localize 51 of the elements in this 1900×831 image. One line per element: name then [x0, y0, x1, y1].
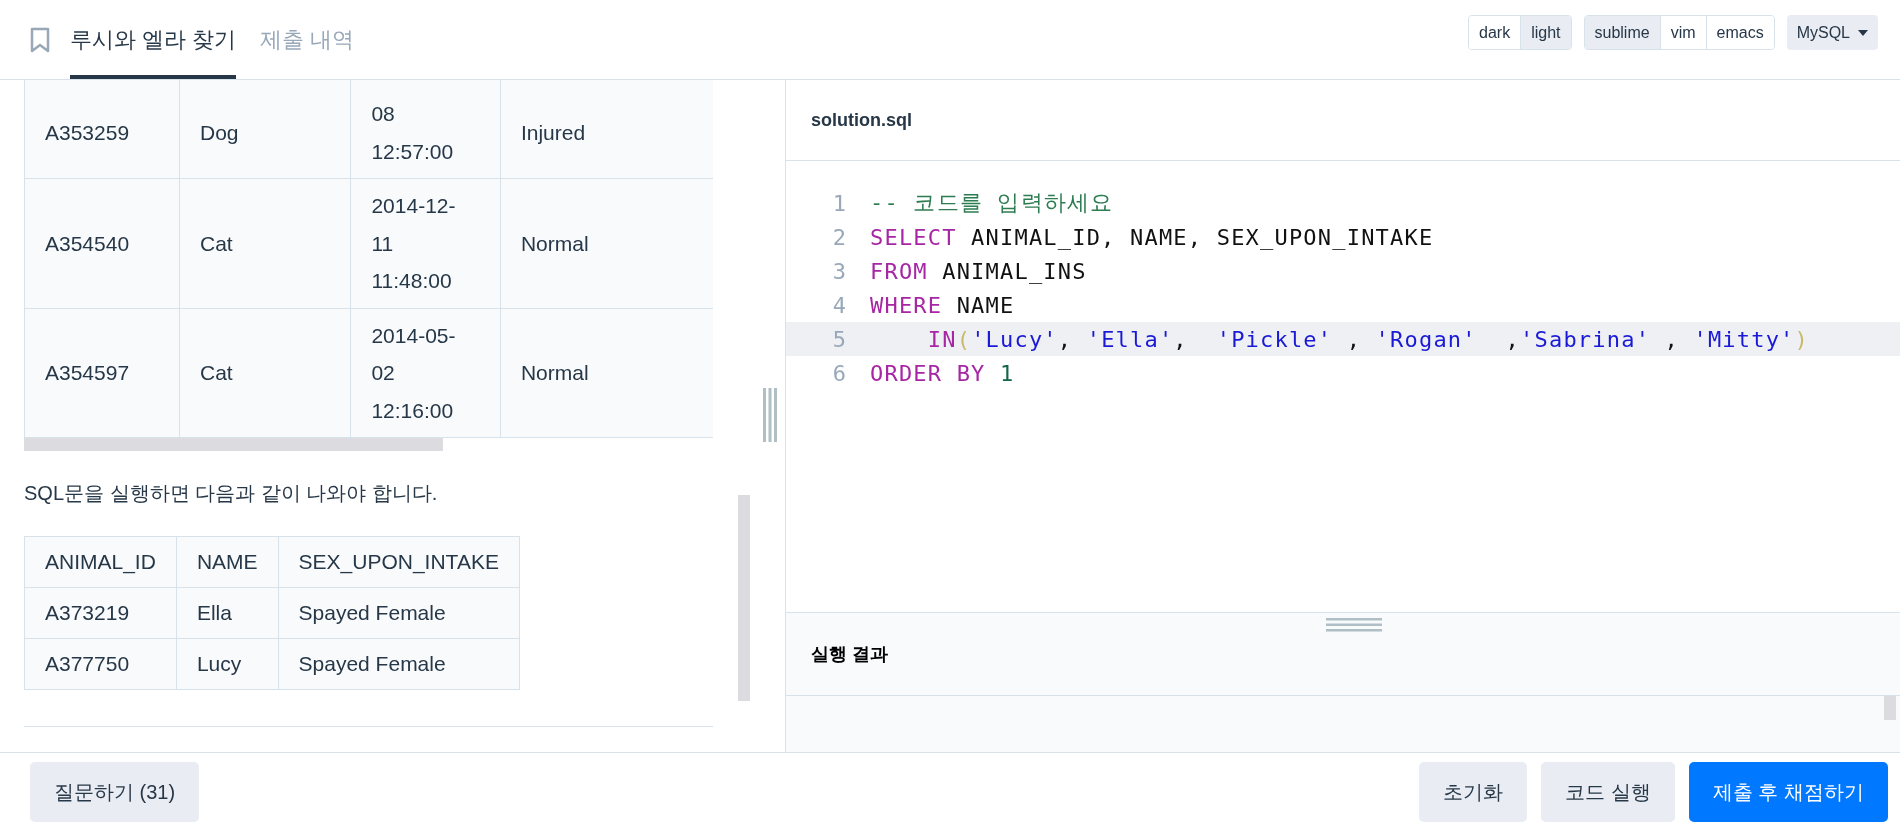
table-cell: Injured: [500, 80, 713, 179]
line-number: 5: [831, 326, 847, 352]
resize-handle[interactable]: [763, 388, 777, 442]
line-number: 3: [831, 258, 847, 284]
code-line: FROM ANIMAL_INS: [870, 258, 1087, 284]
action-button[interactable]: 제출 후 채점하기: [1688, 762, 1888, 822]
theme-toggle[interactable]: light: [1521, 16, 1571, 49]
table-cell: 2014-12- 11 11:48:00: [350, 178, 501, 308]
code-line: ORDER BY 1: [870, 360, 1015, 386]
line-number: 1: [831, 190, 847, 216]
language-dropdown[interactable]: MySQL: [1786, 15, 1878, 50]
code-line: -- 코드를 입력하세요: [870, 189, 1114, 217]
scrollbar[interactable]: [1884, 696, 1896, 720]
resize-handle[interactable]: [1326, 618, 1382, 632]
table-cell: A353259: [24, 80, 180, 179]
table-cell: Spayed Female: [278, 587, 520, 639]
bookmark-icon: [30, 26, 50, 53]
scrollbar[interactable]: [738, 495, 750, 701]
table-cell: Dog: [179, 80, 351, 179]
table-cell: Ella: [176, 587, 279, 639]
action-button[interactable]: 초기화: [1419, 762, 1528, 822]
line-number: 6: [831, 360, 847, 386]
keymap-toggle[interactable]: sublime: [1584, 16, 1661, 49]
table-cell: A373219: [24, 587, 177, 639]
line-number: 4: [831, 292, 847, 318]
table-cell: 2014-05- 02 12:16:00: [350, 308, 501, 438]
table-cell: Normal: [500, 178, 713, 308]
scrollbar[interactable]: [24, 438, 443, 451]
table-cell: Cat: [179, 308, 351, 438]
column-header: SEX_UPON_INTAKE: [278, 536, 520, 588]
line-number: 2: [831, 224, 847, 250]
table-cell: Lucy: [176, 638, 279, 690]
panel-title: 실행 결과: [811, 643, 888, 666]
action-button[interactable]: 코드 실행: [1541, 762, 1675, 822]
question-button[interactable]: 질문하기 (31): [30, 762, 200, 822]
code-line: IN('Lucy', 'Ella', 'Pickle' , 'Rogan' ,'Sabrina' , 'Mitty'): [926, 326, 1809, 352]
column-header: NAME: [176, 536, 279, 588]
theme-toggle[interactable]: dark: [1469, 16, 1522, 49]
description-text: SQL문을 실행하면 다음과 같이 나와야 합니다.: [24, 481, 439, 506]
table-cell: A354540: [24, 178, 180, 308]
code-line: WHERE NAME: [870, 292, 1015, 318]
column-header: ANIMAL_ID: [24, 536, 177, 588]
table-cell: Normal: [500, 308, 713, 438]
table-cell: Cat: [179, 178, 351, 308]
table-cell: A377750: [24, 638, 177, 690]
table-cell: 08 12:57:00: [350, 80, 501, 179]
table-cell: Spayed Female: [278, 638, 520, 690]
caret-icon: [1858, 29, 1868, 36]
code-line: SELECT ANIMAL_ID, NAME, SEX_UPON_INTAKE: [870, 224, 1434, 250]
table-cell: A354597: [24, 308, 180, 438]
file-name: solution.sql: [811, 109, 912, 131]
